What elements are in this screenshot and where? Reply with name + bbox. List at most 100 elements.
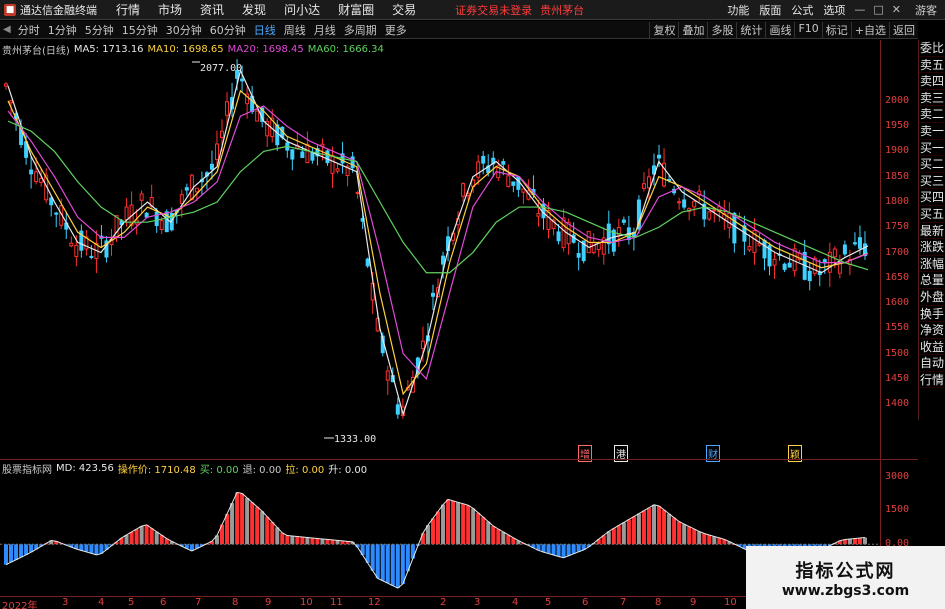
side-panel-item-1[interactable]: 卖五	[919, 57, 945, 74]
side-panel-item-7[interactable]: 买二	[919, 156, 945, 173]
candlestick-chart[interactable]	[0, 40, 880, 460]
period-weekly[interactable]: 周线	[280, 22, 310, 38]
draw-line-button[interactable]: 画线	[765, 21, 794, 38]
candle-body	[89, 255, 94, 258]
date-tick-17: 8	[655, 597, 662, 608]
date-tick-8: 10	[300, 597, 313, 608]
overlay-button[interactable]: 叠加	[678, 21, 707, 38]
menu-layout[interactable]: 版面	[754, 2, 786, 18]
candle-body	[481, 155, 486, 164]
side-panel-item-15[interactable]: 外盘	[919, 289, 945, 306]
candle-body	[832, 248, 837, 258]
menu-ask[interactable]: 问小达	[275, 1, 329, 18]
close-icon[interactable]: ✕	[888, 3, 905, 16]
period-60min[interactable]: 60分钟	[206, 22, 250, 38]
menu-trade[interactable]: 交易	[383, 1, 425, 18]
menu-wealth[interactable]: 财富圈	[329, 1, 383, 18]
stats-button[interactable]: 统计	[736, 21, 765, 38]
side-panel-item-13[interactable]: 涨幅	[919, 256, 945, 273]
candle-body	[727, 212, 732, 229]
side-panel-item-16[interactable]: 换手	[919, 306, 945, 323]
side-panel-item-12[interactable]: 涨跌	[919, 239, 945, 256]
candle-body	[857, 237, 862, 249]
period-5min[interactable]: 5分钟	[81, 22, 118, 38]
indicator-bar	[240, 493, 245, 545]
menu-discover[interactable]: 发现	[233, 1, 275, 18]
indicator-bar	[139, 526, 144, 545]
indicator-tick-1: 1500	[885, 504, 910, 516]
side-panel-item-9[interactable]: 买四	[919, 189, 945, 206]
f10-button[interactable]: F10	[794, 21, 821, 38]
period-more[interactable]: 更多	[381, 22, 411, 38]
pane-divider[interactable]	[0, 459, 918, 460]
side-panel-item-18[interactable]: 收益	[919, 339, 945, 356]
candle-body	[305, 143, 310, 164]
indicator-bar	[496, 528, 501, 545]
indicator-bar	[657, 505, 662, 545]
indicator-bar	[682, 524, 687, 545]
menu-quotes[interactable]: 行情	[107, 1, 149, 18]
period-30min[interactable]: 30分钟	[162, 22, 206, 38]
guest-label[interactable]: 游客	[905, 2, 945, 18]
price-tick-2: 1900	[885, 145, 910, 157]
menu-options[interactable]: 选项	[818, 2, 850, 18]
candle-body	[576, 253, 581, 258]
side-panel-item-10[interactable]: 买五	[919, 206, 945, 223]
side-panel-item-6[interactable]: 买一	[919, 140, 945, 157]
side-panel-item-5[interactable]: 卖一	[919, 123, 945, 140]
candle-body	[807, 270, 812, 282]
indicator-bar	[420, 533, 425, 545]
side-panel-item-2[interactable]: 卖四	[919, 73, 945, 90]
period-tick[interactable]: 分时	[14, 22, 44, 38]
price-tick-11: 1450	[885, 372, 910, 384]
quote-side-panel: 委比 卖五 卖四 卖三 卖二 卖一 买一 买二 买三 买四 买五 最新 涨跌 涨幅 总量 外盘 换手 净资 收益 自动…	[918, 40, 945, 420]
candle-body	[792, 248, 797, 272]
candle-body	[476, 161, 481, 178]
side-panel-item-14[interactable]: 总量	[919, 272, 945, 289]
minimize-icon[interactable]: —	[850, 3, 869, 16]
indicator-bar	[290, 536, 295, 545]
candle-body	[365, 258, 370, 267]
side-panel-item-3[interactable]: 卖三	[919, 90, 945, 107]
indicator-bar	[541, 544, 546, 553]
candle-body	[536, 213, 541, 217]
date-tick-12: 3	[474, 597, 481, 608]
side-panel-item-11[interactable]: 最新	[919, 223, 945, 240]
indicator-bar	[235, 492, 240, 545]
menu-news[interactable]: 资讯	[191, 1, 233, 18]
add-watchlist-button[interactable]: +自选	[850, 21, 889, 38]
multi-stock-button[interactable]: 多股	[707, 21, 736, 38]
candle-body	[385, 370, 390, 381]
side-panel-item-0[interactable]: 委比	[919, 40, 945, 57]
toolbar-prev-icon[interactable]: ◀	[0, 24, 14, 35]
menu-function[interactable]: 功能	[722, 2, 754, 18]
date-tick-5: 7	[195, 597, 202, 608]
maximize-icon[interactable]: □	[869, 3, 887, 16]
period-multi[interactable]: 多周期	[340, 22, 381, 38]
indicator-bar	[260, 511, 265, 545]
adjust-button[interactable]: 复权	[649, 21, 678, 38]
menu-formula[interactable]: 公式	[786, 2, 818, 18]
candle-body	[420, 340, 425, 349]
side-panel-item-19[interactable]: 自动	[919, 355, 945, 372]
login-notice[interactable]: 证券交易未登录	[455, 2, 532, 18]
back-button[interactable]: 返回	[889, 21, 918, 38]
indicator-bar	[325, 539, 330, 545]
candle-body	[772, 258, 777, 266]
mark-button[interactable]: 标记	[821, 21, 851, 38]
indicator-bar	[250, 502, 255, 545]
side-panel-item-17[interactable]: 净资	[919, 322, 945, 339]
period-monthly[interactable]: 月线	[310, 22, 340, 38]
candle-body	[511, 181, 516, 186]
period-15min[interactable]: 15分钟	[118, 22, 162, 38]
side-panel-item-4[interactable]: 卖二	[919, 106, 945, 123]
menu-right: 功能 版面 公式 选项 — □ ✕ 游客	[722, 2, 945, 18]
indicator-bar	[626, 519, 631, 545]
period-1min[interactable]: 1分钟	[44, 22, 81, 38]
menu-market[interactable]: 市场	[149, 1, 191, 18]
side-panel-item-20[interactable]: 行情	[919, 372, 945, 389]
indicator-bar	[385, 544, 390, 584]
period-daily[interactable]: 日线	[250, 22, 280, 38]
date-tick-18: 9	[690, 597, 697, 608]
side-panel-item-8[interactable]: 买三	[919, 173, 945, 190]
